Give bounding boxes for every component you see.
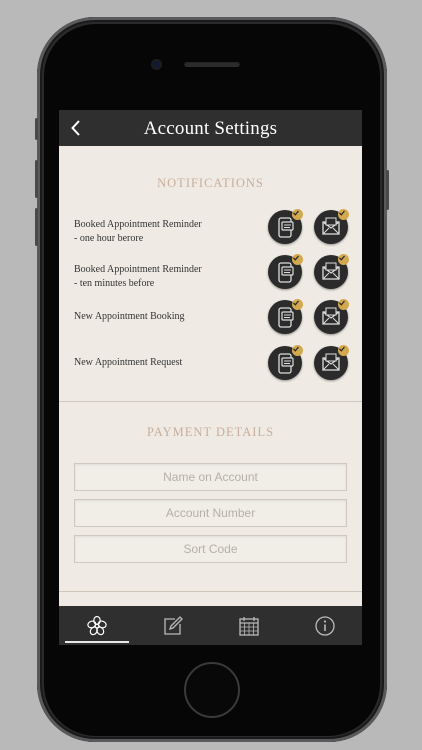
tab-edit[interactable] — [135, 606, 210, 645]
sms-toggle-4[interactable] — [268, 345, 303, 380]
sms-toggle-2[interactable] — [268, 254, 303, 289]
navigation-bar: Account Settings — [59, 110, 362, 146]
email-toggle-4[interactable] — [314, 345, 349, 380]
back-button[interactable] — [65, 116, 87, 140]
tab-calendar[interactable] — [211, 606, 286, 645]
checkmark-icon — [292, 299, 303, 310]
account-number-input[interactable] — [74, 499, 347, 527]
sms-toggle-3[interactable] — [268, 299, 303, 334]
volume-up-button — [35, 160, 38, 198]
front-camera — [151, 59, 162, 70]
edit-icon — [163, 615, 183, 635]
flower-icon — [86, 615, 107, 635]
notification-label-3: New Appointment Booking — [74, 311, 185, 322]
notification-label-1: Booked Appointment Reminder - one hour b… — [74, 219, 202, 244]
tab-flower[interactable] — [59, 606, 134, 645]
checkmark-icon — [292, 209, 303, 220]
tab-info[interactable] — [287, 606, 362, 645]
checkmark-icon — [292, 254, 303, 265]
tab-bar — [59, 606, 362, 645]
notification-label-4: New Appointment Request — [74, 357, 183, 368]
power-button — [386, 170, 389, 210]
page-title: Account Settings — [143, 118, 278, 139]
name-on-account-input[interactable] — [74, 463, 347, 491]
home-button[interactable] — [184, 662, 240, 718]
info-icon — [314, 615, 335, 636]
chevron-left-icon — [71, 120, 80, 136]
email-toggle-1[interactable] — [314, 209, 349, 244]
earpiece-speaker — [184, 61, 240, 67]
notification-label-2: Booked Appointment Reminder - ten minute… — [74, 264, 202, 289]
calendar-icon — [238, 616, 259, 636]
section-divider — [59, 401, 362, 402]
mute-switch — [35, 118, 38, 140]
email-toggle-3[interactable] — [314, 299, 349, 334]
selected-tab-indicator — [65, 641, 129, 643]
notifications-heading: NOTIFICATIONS — [157, 176, 264, 190]
checkmark-icon — [338, 299, 349, 310]
payment-details-heading: PAYMENT DETAILS — [146, 425, 275, 439]
checkmark-icon — [338, 345, 349, 356]
sort-code-input[interactable] — [74, 535, 347, 563]
email-toggle-2[interactable] — [314, 254, 349, 289]
app-screen: Account Settings NOTIFICATIONS Booked Ap… — [59, 110, 362, 645]
checkmark-icon — [338, 254, 349, 265]
checkmark-icon — [292, 345, 303, 356]
sms-toggle-1[interactable] — [268, 209, 303, 244]
volume-down-button — [35, 208, 38, 246]
section-divider — [59, 591, 362, 592]
checkmark-icon — [338, 209, 349, 220]
